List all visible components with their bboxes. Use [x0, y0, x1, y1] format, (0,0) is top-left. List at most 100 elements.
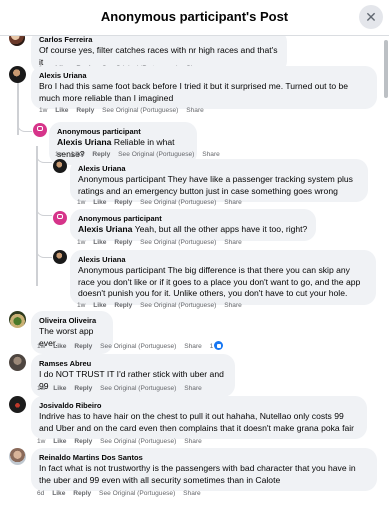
see-original-link[interactable]: See Original (Portuguese)	[102, 107, 178, 114]
commenter-name[interactable]: Oliveira Oliveira	[39, 316, 105, 326]
share-button[interactable]: Share	[183, 490, 201, 497]
comment-actions: 1w Like Reply See Original (Portuguese) …	[39, 107, 210, 114]
share-button[interactable]: Share	[224, 239, 242, 246]
commenter-name[interactable]: Josivaldo Ribeiro	[39, 401, 359, 411]
like-button[interactable]: Like	[53, 385, 66, 392]
share-button[interactable]: Share	[184, 438, 202, 445]
comment: Anonymous participant Alexis Uriana Reli…	[33, 122, 373, 165]
see-original-link[interactable]: See Original (Portuguese)	[140, 199, 216, 206]
commenter-name[interactable]: Carlos Ferreira	[39, 36, 279, 45]
reply-button[interactable]: Reply	[74, 385, 92, 392]
close-icon[interactable]: ✕	[359, 7, 383, 27]
close-button[interactable]: ✕	[359, 5, 383, 29]
reply-button[interactable]: Reply	[114, 302, 132, 309]
like-button[interactable]: Like	[93, 199, 106, 206]
anonymous-avatar-icon[interactable]	[53, 211, 67, 225]
comment-time[interactable]: 1w	[37, 438, 45, 445]
comment: Josivaldo Ribeiro Indrive has to have ha…	[9, 396, 379, 448]
see-original-link[interactable]: See Original (Portuguese)	[99, 490, 175, 497]
like-button[interactable]: Like	[55, 107, 68, 114]
see-original-link[interactable]: See Original (Portuguese)	[100, 438, 176, 445]
comment-actions: 1w Like Reply See Original (Portuguese) …	[37, 341, 229, 351]
like-button[interactable]: Like	[53, 343, 66, 350]
comment-time[interactable]: 6d	[37, 490, 44, 497]
commenter-name[interactable]: Ramses Abreu	[39, 359, 227, 369]
comment-time[interactable]: 1w	[55, 151, 63, 158]
comment: Carlos Ferreira Of course yes, filter ca…	[9, 36, 379, 73]
comment: Alexis Uriana Anonymous participant They…	[53, 159, 378, 211]
comment-actions: 1w Like Reply See Original (Portuguese) …	[77, 199, 248, 206]
share-button[interactable]: Share	[224, 199, 242, 206]
dialog-title: Anonymous participant's Post	[100, 9, 289, 24]
avatar[interactable]	[9, 66, 26, 83]
comment-actions: 1w Like Reply See Original (Portuguese) …	[37, 438, 208, 445]
like-button[interactable]: Like	[52, 490, 65, 497]
share-button[interactable]: Share	[202, 151, 220, 158]
anonymous-avatar-icon[interactable]	[33, 123, 47, 137]
reaction-count[interactable]: 1	[210, 343, 214, 350]
share-button[interactable]: Share	[184, 385, 202, 392]
comment-text: In fact what is not trustworthy is the p…	[39, 463, 356, 485]
avatar[interactable]	[53, 159, 67, 173]
comment-text: Anonymous participant The big difference…	[78, 265, 361, 298]
comment-text: Indrive has to have hair on the chest to…	[39, 411, 355, 433]
see-original-link[interactable]: See Original (Portuguese)	[140, 239, 216, 246]
mention-link[interactable]: Alexis Uriana	[78, 224, 132, 234]
see-original-link[interactable]: See Original (Portuguese)	[100, 385, 176, 392]
commenter-name[interactable]: Anonymous participant	[57, 127, 189, 137]
comment-time[interactable]: 1w	[37, 343, 45, 350]
mention-link[interactable]: Alexis Uriana	[57, 137, 111, 147]
like-button[interactable]: Like	[93, 302, 106, 309]
like-button[interactable]: Like	[93, 239, 106, 246]
thread-line	[36, 146, 38, 286]
reply-button[interactable]: Reply	[114, 199, 132, 206]
comments-list[interactable]: Carlos Ferreira Of course yes, filter ca…	[0, 36, 389, 512]
comment-time[interactable]: 1w	[39, 107, 47, 114]
like-button[interactable]: Like	[53, 438, 66, 445]
share-button[interactable]: Share	[184, 343, 202, 350]
comment-actions: 6d Like Reply See Original (Portuguese) …	[37, 490, 207, 497]
avatar[interactable]	[9, 354, 26, 371]
avatar[interactable]	[53, 250, 67, 264]
reply-button[interactable]: Reply	[73, 490, 91, 497]
commenter-name[interactable]: Anonymous participant	[78, 214, 308, 224]
commenter-name[interactable]: Alexis Uriana	[39, 71, 369, 81]
comment-actions: 1w Like Reply See Original (Portuguese) …	[55, 151, 226, 158]
comment-text: Bro I had this same foot back before I t…	[39, 81, 349, 103]
commenter-name[interactable]: Alexis Uriana	[78, 164, 360, 174]
comment-time[interactable]: 1w	[77, 239, 85, 246]
see-original-link[interactable]: See Original (Portuguese)	[118, 151, 194, 158]
reply-button[interactable]: Reply	[74, 343, 92, 350]
comment-time[interactable]: 1w	[77, 302, 85, 309]
reply-button[interactable]: Reply	[114, 239, 132, 246]
comment-text: Anonymous participant They have like a p…	[78, 174, 353, 196]
dialog-header: Anonymous participant's Post ✕	[0, 0, 389, 36]
see-original-link[interactable]: See Original (Portuguese)	[100, 343, 176, 350]
share-button[interactable]: Share	[224, 302, 242, 309]
comment-actions: 1w Like Reply See Original (Portuguese) …	[77, 239, 248, 246]
reply-button[interactable]: Reply	[74, 438, 92, 445]
share-button[interactable]: Share	[186, 107, 204, 114]
comment: Reinaldo Martins Dos Santos In fact what…	[9, 448, 379, 508]
see-original-link[interactable]: See Original (Portuguese)	[140, 302, 216, 309]
comment-time[interactable]: 1w	[77, 199, 85, 206]
post-dialog: Anonymous participant's Post ✕ Carlos Fe…	[0, 0, 389, 512]
comment-actions: 1w Like Reply See Original (Portuguese) …	[77, 302, 248, 309]
like-button[interactable]: Like	[71, 151, 84, 158]
avatar[interactable]	[9, 448, 26, 465]
like-reaction-icon[interactable]	[214, 341, 224, 350]
avatar[interactable]	[9, 311, 26, 328]
comment-time[interactable]: 1w	[37, 385, 45, 392]
comment: Ramses Abreu I do NOT TRUST IT I'd rathe…	[9, 354, 379, 397]
comment: Alexis Uriana Anonymous participant The …	[53, 250, 378, 314]
reply-button[interactable]: Reply	[92, 151, 110, 158]
thread-connector	[36, 246, 52, 258]
scrollbar[interactable]	[384, 40, 388, 98]
commenter-name[interactable]: Alexis Uriana	[78, 255, 368, 265]
avatar[interactable]	[9, 396, 26, 413]
avatar[interactable]	[9, 36, 25, 46]
commenter-name[interactable]: Reinaldo Martins Dos Santos	[39, 453, 369, 463]
comment: Anonymous participant Alexis Uriana Yeah…	[53, 209, 378, 247]
thread-connector	[36, 204, 52, 216]
reply-button[interactable]: Reply	[76, 107, 94, 114]
